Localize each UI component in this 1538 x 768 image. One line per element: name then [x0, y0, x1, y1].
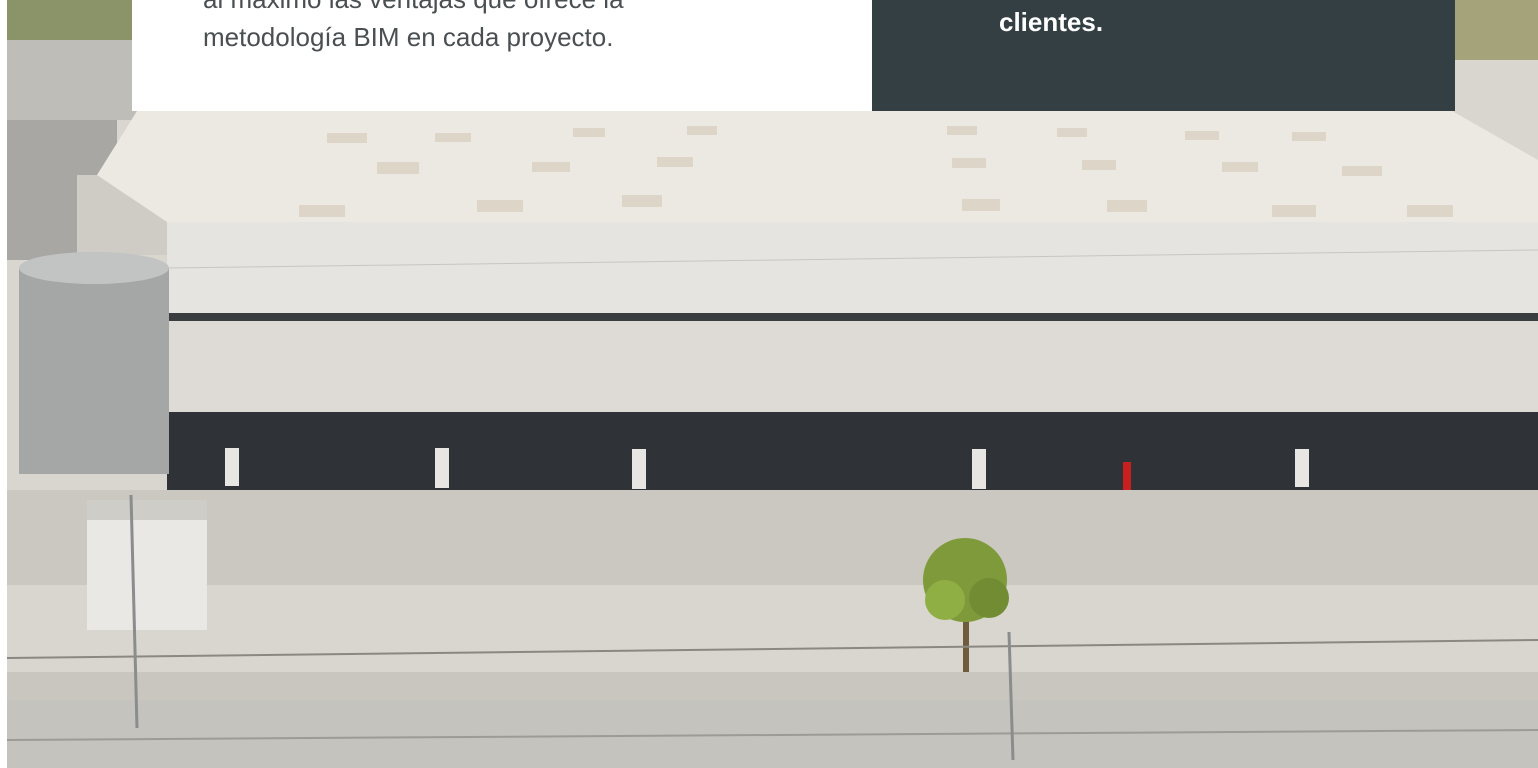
intro-paragraph: al máximo las ventajas que ofrece la meto… [203, 0, 763, 56]
intro-line-1: al máximo las ventajas que ofrece la [203, 0, 624, 14]
warehouse-illustration [7, 0, 1538, 768]
hero-photo-industrial-warehouse [7, 0, 1538, 768]
highlight-text: clientes. [999, 7, 1104, 37]
intro-text-card: al máximo las ventajas que ofrece la meto… [132, 0, 872, 111]
intro-line-2: metodología BIM en cada proyecto. [203, 22, 614, 52]
highlight-text-card: clientes. [872, 0, 1455, 111]
